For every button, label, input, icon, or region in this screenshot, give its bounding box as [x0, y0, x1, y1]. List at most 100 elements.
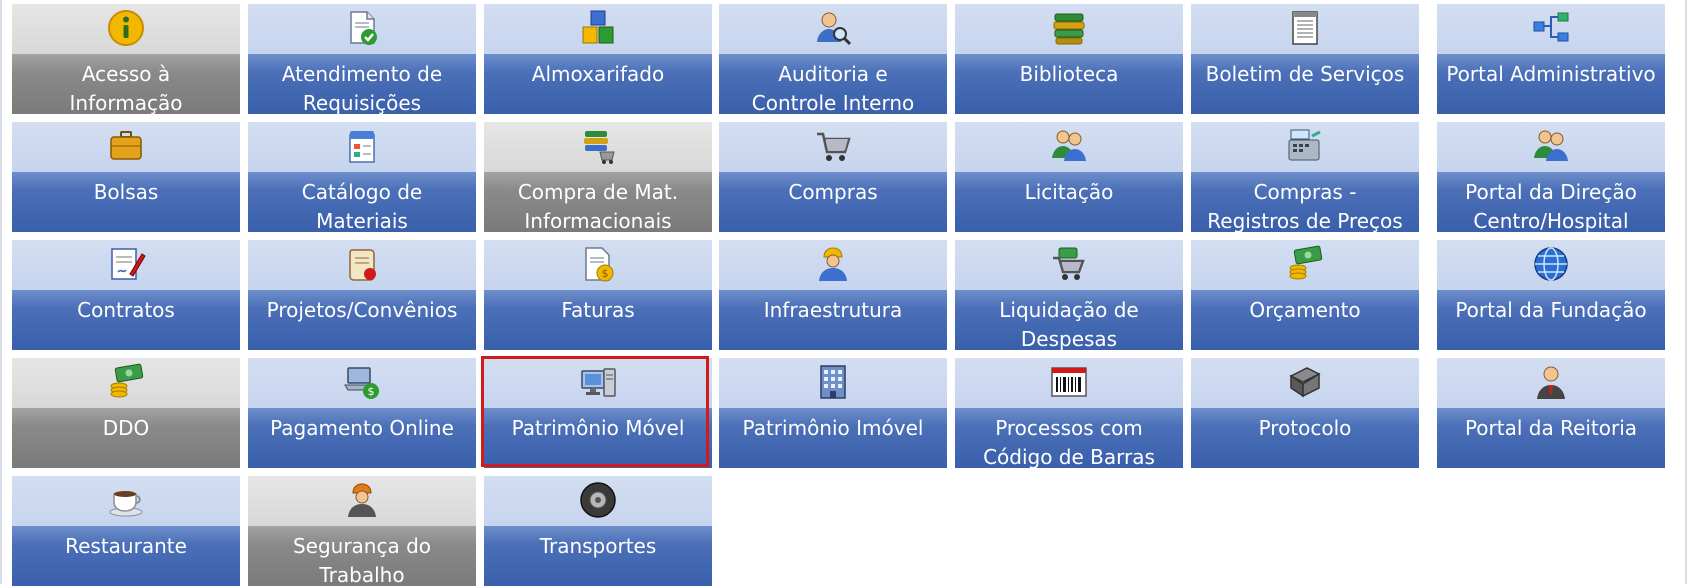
- tile-top: [248, 240, 476, 290]
- tile-top: [955, 240, 1183, 290]
- tile-top: $: [248, 358, 476, 408]
- module-label: Auditoria e Controle Interno: [751, 62, 915, 114]
- module-tile-infraestrutura[interactable]: Infraestrutura: [719, 240, 947, 350]
- module-tile-atendimento-de-requisicoes[interactable]: Atendimento de Requisições: [248, 4, 476, 114]
- tile-top: [1191, 358, 1419, 408]
- invoice-coin-icon: $: [578, 244, 618, 284]
- tile-top: [248, 122, 476, 172]
- module-tile-compras-registros-de-precos[interactable]: Compras - Registros de Preços: [1191, 122, 1419, 232]
- module-tile-portal-administrativo[interactable]: Portal Administrativo: [1437, 4, 1665, 114]
- user-search-icon: [813, 8, 853, 48]
- module-tile-liquidacao-de-despesas[interactable]: Liquidação de Despesas: [955, 240, 1183, 350]
- module-tile-biblioteca[interactable]: Biblioteca: [955, 4, 1183, 114]
- tile-top: [1191, 240, 1419, 290]
- module-tile-transportes[interactable]: Transportes: [484, 476, 712, 586]
- module-tile-acesso-a-informacao[interactable]: Acesso à Informação: [12, 4, 240, 114]
- module-label: Compras: [788, 180, 878, 204]
- contract-pen-icon: [106, 244, 146, 284]
- cash-register-icon: [1285, 126, 1325, 166]
- module-label: Contratos: [77, 298, 175, 322]
- person-icon: [1531, 362, 1571, 402]
- module-label: Restaurante: [65, 534, 187, 558]
- tile-top: [484, 476, 712, 526]
- svg-text:$: $: [602, 267, 609, 280]
- module-label: Transportes: [539, 534, 657, 558]
- building-icon: [813, 362, 853, 402]
- module-tile-seguranca-do-trabalho[interactable]: Segurança do Trabalho: [248, 476, 476, 586]
- module-tile-processos-com-codigo-de-barras[interactable]: Processos com Código de Barras: [955, 358, 1183, 468]
- module-tile-projetos-convenios[interactable]: Projetos/Convênios: [248, 240, 476, 350]
- module-label: Portal Administrativo: [1446, 62, 1656, 86]
- module-label: Patrimônio Móvel: [511, 416, 685, 440]
- computer-icon: [578, 362, 618, 402]
- tile-top: [12, 358, 240, 408]
- module-tile-auditoria-e-controle-interno[interactable]: Auditoria e Controle Interno: [719, 4, 947, 114]
- module-tile-boletim-de-servicos[interactable]: Boletim de Serviços: [1191, 4, 1419, 114]
- module-tile-contratos[interactable]: Contratos: [12, 240, 240, 350]
- module-label: Patrimônio Imóvel: [742, 416, 924, 440]
- document-check-icon: [342, 8, 382, 48]
- money-coins-icon: [1285, 244, 1325, 284]
- module-tile-catalogo-de-materiais[interactable]: Catálogo de Materiais: [248, 122, 476, 232]
- tile-top: [955, 122, 1183, 172]
- tile-top: [12, 240, 240, 290]
- module-tile-bolsas[interactable]: Bolsas: [12, 122, 240, 232]
- module-label: Portal da Fundação: [1455, 298, 1647, 322]
- tire-icon: [578, 480, 618, 520]
- module-tile-protocolo[interactable]: Protocolo: [1191, 358, 1419, 468]
- cup-icon: [106, 480, 146, 520]
- boxes-icon: [578, 8, 618, 48]
- module-tile-faturas[interactable]: $ Faturas: [484, 240, 712, 350]
- tile-top: [1191, 4, 1419, 54]
- module-label: Processos com Código de Barras: [983, 416, 1155, 468]
- tile-top: [248, 4, 476, 54]
- cart-money-icon: [1049, 244, 1089, 284]
- module-tile-portal-da-direcao-centro-hospital[interactable]: Portal da Direção Centro/Hospital: [1437, 122, 1665, 232]
- module-label: Compra de Mat. Informacionais: [517, 180, 679, 232]
- tile-top: [719, 122, 947, 172]
- module-label: Biblioteca: [1019, 62, 1119, 86]
- module-tile-licitacao[interactable]: Licitação: [955, 122, 1183, 232]
- module-label: Projetos/Convênios: [266, 298, 458, 322]
- module-tile-restaurante[interactable]: Restaurante: [12, 476, 240, 586]
- module-label: Almoxarifado: [531, 62, 665, 86]
- module-label: Protocolo: [1258, 416, 1352, 440]
- tile-top: [955, 358, 1183, 408]
- module-grid: Acesso à Informação Atendimento de Requis…: [0, 0, 1689, 586]
- tile-top: [1191, 122, 1419, 172]
- module-tile-portal-da-reitoria[interactable]: Portal da Reitoria: [1437, 358, 1665, 468]
- tile-top: [484, 358, 712, 408]
- books-cart-icon: [578, 126, 618, 166]
- shopping-cart-icon: [813, 126, 853, 166]
- module-label: Boletim de Serviços: [1205, 62, 1405, 86]
- module-tile-compra-de-mat-informacionais[interactable]: Compra de Mat. Informacionais: [484, 122, 712, 232]
- module-label: Catálogo de Materiais: [301, 180, 423, 232]
- catalog-icon: [342, 126, 382, 166]
- module-label: Pagamento Online: [270, 416, 454, 440]
- module-tile-compras[interactable]: Compras: [719, 122, 947, 232]
- module-tile-patrimonio-imovel[interactable]: Patrimônio Imóvel: [719, 358, 947, 468]
- tile-top: [1437, 122, 1665, 172]
- laptop-payment-icon: $: [342, 362, 382, 402]
- module-tile-pagamento-online[interactable]: $ Pagamento Online: [248, 358, 476, 468]
- hardhat-worker-icon: [342, 480, 382, 520]
- module-tile-portal-da-fundacao[interactable]: Portal da Fundação: [1437, 240, 1665, 350]
- module-label: Portal da Reitoria: [1464, 416, 1638, 440]
- module-tile-almoxarifado[interactable]: Almoxarifado: [484, 4, 712, 114]
- info-icon: [106, 8, 146, 48]
- module-tile-orcamento[interactable]: Orçamento: [1191, 240, 1419, 350]
- scroll-icon: [342, 244, 382, 284]
- module-label: Segurança do Trabalho: [292, 534, 432, 586]
- module-label: Faturas: [561, 298, 635, 322]
- module-label: Infraestrutura: [763, 298, 903, 322]
- tile-top: [1437, 240, 1665, 290]
- people-icon: [1049, 126, 1089, 166]
- globe-icon: [1531, 244, 1571, 284]
- module-tile-ddo[interactable]: DDO: [12, 358, 240, 468]
- tile-top: [719, 4, 947, 54]
- tile-top: [1437, 358, 1665, 408]
- people-icon: [1531, 126, 1571, 166]
- tile-top: [12, 122, 240, 172]
- module-tile-patrimonio-movel[interactable]: Patrimônio Móvel: [484, 358, 712, 468]
- tile-top: [719, 358, 947, 408]
